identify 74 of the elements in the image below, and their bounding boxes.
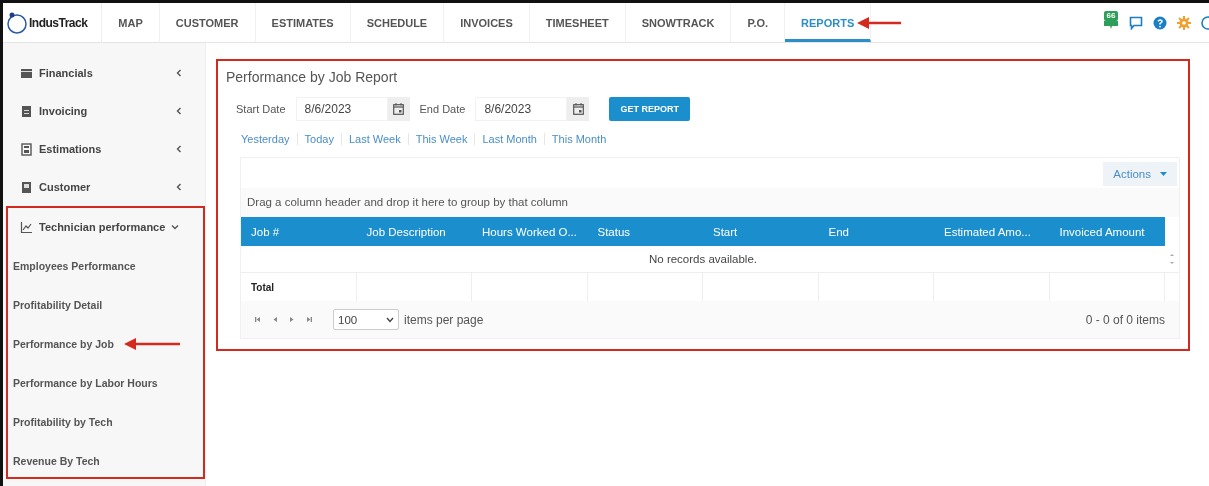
page-size-label: items per page <box>404 312 484 327</box>
next-page-icon[interactable] <box>289 316 295 323</box>
date-range-link[interactable]: This Month <box>544 133 614 145</box>
field-label: Start Date <box>236 103 286 115</box>
annotation-arrow <box>123 337 180 350</box>
document-icon <box>20 104 33 118</box>
sidebar-submenu-item[interactable]: Performance by Labor Hours <box>13 376 158 389</box>
column-header[interactable]: Status <box>587 217 703 246</box>
calculator-icon <box>20 142 33 156</box>
chevron-left-icon <box>175 145 183 153</box>
page-size-dropdown[interactable]: 100 <box>333 309 399 330</box>
date-range-link[interactable]: Last Week <box>341 133 409 145</box>
total-label: Total <box>251 281 275 293</box>
sidebar-menu-item[interactable]: Customer <box>13 168 197 206</box>
chevron-left-icon <box>175 183 183 191</box>
date-range-link[interactable]: This Week <box>408 133 476 145</box>
sidebar-submenu-item[interactable]: Revenue By Tech <box>13 454 100 467</box>
sidebar-menu-item[interactable]: Technician performance <box>13 208 198 246</box>
notification-badge: 66 <box>1103 10 1119 21</box>
last-page-icon[interactable] <box>306 316 312 323</box>
caret-down-icon <box>1160 172 1167 176</box>
user-icon[interactable] <box>1201 15 1209 30</box>
previous-page-icon[interactable] <box>272 316 278 323</box>
chevron-left-icon <box>175 107 183 115</box>
report-title: Performance by Job Report <box>226 69 399 85</box>
get-report-button[interactable]: GET REPORT <box>609 97 690 121</box>
chevron-left-icon <box>175 69 183 77</box>
date-field[interactable]: 8/6/2023 <box>475 97 568 121</box>
sidebar-menu-item[interactable]: Invoicing <box>13 92 197 130</box>
nav-tab[interactable]: CUSTOMER <box>159 3 256 42</box>
date-range-link[interactable]: Today <box>297 133 342 145</box>
column-header[interactable]: End <box>818 217 934 246</box>
calendar-icon[interactable] <box>572 103 584 115</box>
annotation-arrow <box>857 16 902 29</box>
nav-tab[interactable]: P.O. <box>731 3 786 42</box>
nav-tab[interactable]: SCHEDULE <box>350 3 445 42</box>
nav-tab[interactable]: SNOWTRACK <box>625 3 732 42</box>
column-header[interactable]: Job # <box>241 217 357 246</box>
column-header[interactable]: Start <box>703 217 819 246</box>
help-icon[interactable] <box>1153 15 1167 30</box>
date-field[interactable]: 8/6/2023 <box>295 97 388 121</box>
pager-info: 0 - 0 of 0 items <box>1085 312 1165 327</box>
column-header[interactable]: Hours Worked O... <box>472 217 588 246</box>
line-chart-icon <box>20 220 33 234</box>
chevron-down-icon <box>171 223 180 231</box>
settings-icon[interactable] <box>1177 15 1191 30</box>
sidebar-submenu-item[interactable]: Performance by Job <box>13 337 114 350</box>
nav-tab[interactable]: ESTIMATES <box>255 3 351 42</box>
app-logo[interactable]: IndusTrack <box>3 3 103 42</box>
chat-icon[interactable] <box>1129 15 1143 30</box>
group-drop-hint: Drag a column header and drop it here to group by that column <box>241 188 1179 217</box>
first-page-icon[interactable] <box>255 316 261 323</box>
logo-ring-icon <box>7 11 27 34</box>
notification-icon[interactable] <box>1103 20 1119 29</box>
wallet-icon <box>20 66 33 80</box>
chevron-down-icon <box>386 316 394 323</box>
sidebar-menu-item[interactable]: Financials <box>13 54 197 92</box>
date-range-link[interactable]: Yesterday <box>234 133 298 145</box>
column-header[interactable]: Invoiced Amount <box>1049 217 1165 246</box>
field-label: End Date <box>419 103 466 115</box>
sidebar-submenu-item[interactable]: Profitability by Tech <box>13 415 113 428</box>
nav-tab[interactable]: TIMESHEET <box>529 3 626 42</box>
sidebar-submenu-item[interactable]: Employees Performance <box>13 259 136 272</box>
sidebar-menu-item[interactable]: Estimations <box>13 130 197 168</box>
calendar-icon[interactable] <box>393 103 405 115</box>
contact-card-icon <box>20 180 33 194</box>
nav-tab[interactable]: INVOICES <box>444 3 530 42</box>
column-header[interactable]: Job Description <box>356 217 472 246</box>
scrollbar-icon[interactable] <box>1169 252 1175 266</box>
nav-tab[interactable]: MAP <box>102 3 160 42</box>
empty-message: No records available. <box>648 253 758 265</box>
sidebar-submenu-item[interactable]: Profitability Detail <box>13 298 103 311</box>
date-range-link[interactable]: Last Month <box>475 133 545 145</box>
column-header[interactable]: Estimated Amo... <box>934 217 1050 246</box>
